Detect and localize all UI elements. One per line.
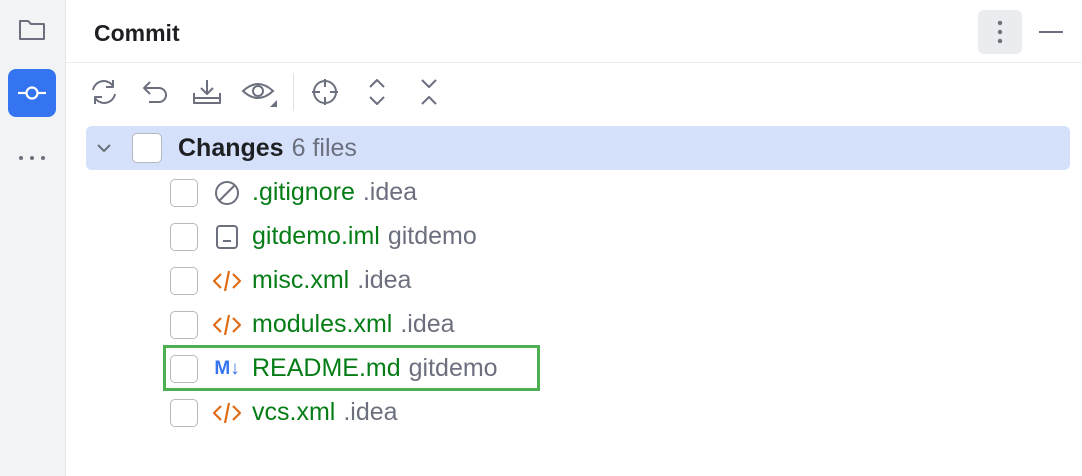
file-label: misc.xml .idea bbox=[252, 266, 411, 295]
folder-icon bbox=[19, 20, 45, 40]
collapse-all-button[interactable] bbox=[409, 72, 449, 112]
changes-group-label: Changes 6 files bbox=[178, 134, 357, 163]
changes-checkbox[interactable] bbox=[132, 133, 162, 163]
file-type-icon bbox=[212, 266, 242, 296]
refresh-icon bbox=[92, 80, 116, 104]
file-label: .gitignore .idea bbox=[252, 178, 417, 207]
file-name: modules.xml bbox=[252, 310, 393, 338]
file-row[interactable]: .gitignore .idea bbox=[166, 172, 1066, 212]
file-name: misc.xml bbox=[252, 266, 350, 294]
file-checkbox[interactable] bbox=[170, 311, 198, 339]
file-dir: .idea bbox=[362, 178, 418, 206]
file-checkbox[interactable] bbox=[170, 179, 198, 207]
rollback-button[interactable] bbox=[136, 72, 176, 112]
file-type-icon bbox=[212, 178, 242, 208]
chevron-down-icon[interactable] bbox=[92, 136, 116, 160]
file-checkbox[interactable] bbox=[170, 267, 198, 295]
shelve-icon bbox=[193, 80, 221, 104]
more-horizontal-icon bbox=[19, 156, 45, 160]
collapse-all-icon bbox=[421, 79, 437, 105]
file-dir: .idea bbox=[357, 266, 412, 294]
options-button[interactable] bbox=[978, 10, 1022, 54]
file-row[interactable]: misc.xml .idea bbox=[166, 260, 1066, 300]
hide-button[interactable] bbox=[1036, 10, 1066, 54]
xml-icon bbox=[212, 270, 242, 292]
file-type-icon bbox=[212, 222, 242, 252]
file-row[interactable]: modules.xml .idea bbox=[166, 304, 1066, 344]
preview-icon bbox=[241, 83, 277, 107]
more-tools-button[interactable] bbox=[8, 134, 56, 182]
more-vertical-icon bbox=[997, 20, 1003, 44]
preview-button[interactable] bbox=[240, 72, 280, 112]
highlight-box bbox=[163, 345, 540, 391]
changes-count: 6 files bbox=[291, 134, 357, 162]
file-label: vcs.xml .idea bbox=[252, 398, 398, 427]
file-label: gitdemo.iml gitdemo bbox=[252, 222, 477, 251]
commit-tool-button[interactable] bbox=[8, 69, 56, 117]
ignore-icon bbox=[215, 181, 239, 205]
file-name: gitdemo.iml bbox=[252, 222, 380, 250]
panel-title: Commit bbox=[94, 20, 180, 46]
file-checkbox[interactable] bbox=[170, 223, 198, 251]
title-divider bbox=[66, 62, 1082, 63]
module-file-icon bbox=[216, 225, 238, 249]
xml-icon bbox=[212, 402, 242, 424]
shelve-button[interactable] bbox=[187, 72, 227, 112]
changes-group-row[interactable]: Changes 6 files bbox=[86, 126, 1070, 170]
file-dir: .idea bbox=[343, 398, 398, 426]
expand-all-button[interactable] bbox=[357, 72, 397, 112]
locate-button[interactable] bbox=[305, 72, 345, 112]
changes-label: Changes bbox=[178, 134, 284, 162]
commit-icon bbox=[18, 86, 46, 100]
tool-window-strip bbox=[0, 0, 66, 476]
file-type-icon bbox=[212, 398, 242, 428]
file-name: vcs.xml bbox=[252, 398, 336, 426]
file-dir: gitdemo bbox=[387, 222, 477, 250]
locate-icon bbox=[312, 79, 338, 105]
file-dir: .idea bbox=[400, 310, 455, 338]
refresh-button[interactable] bbox=[84, 72, 124, 112]
file-type-icon bbox=[212, 310, 242, 340]
toolbar-separator bbox=[293, 73, 294, 111]
expand-all-icon bbox=[369, 79, 385, 105]
file-row[interactable]: gitdemo.iml gitdemo bbox=[166, 216, 1066, 256]
file-name: .gitignore bbox=[252, 178, 355, 206]
commit-panel: Commit Changes 6 files .gitignore .idea … bbox=[66, 0, 1082, 476]
minimize-icon bbox=[1039, 31, 1063, 33]
project-tool-button[interactable] bbox=[8, 6, 56, 54]
xml-icon bbox=[212, 314, 242, 336]
file-checkbox[interactable] bbox=[170, 399, 198, 427]
file-row[interactable]: vcs.xml .idea bbox=[166, 392, 1066, 432]
rollback-icon bbox=[143, 81, 167, 103]
file-label: modules.xml .idea bbox=[252, 310, 455, 339]
